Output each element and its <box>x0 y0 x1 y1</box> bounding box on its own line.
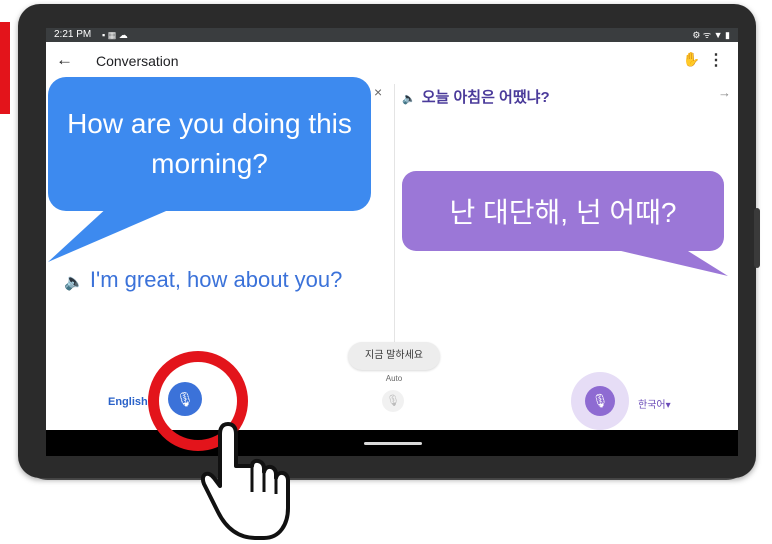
auto-label: Auto <box>385 374 403 383</box>
english-speech-bubble: How are you doing this morning? <box>48 77 371 211</box>
app-bar: ← Conversation ✋ ⋮ <box>46 42 738 82</box>
page-title: Conversation <box>96 53 179 69</box>
notification-icons: ▪ ▦ ☁ <box>102 30 128 40</box>
tablet-side-button <box>754 208 760 268</box>
system-status-icons: ⚙ ᯤ ▼ ▮ <box>692 30 730 40</box>
speaker-icon[interactable]: 🔈 <box>402 93 416 105</box>
hand-icon[interactable]: ✋ <box>683 51 700 68</box>
arrow-right-icon[interactable]: → <box>718 85 731 100</box>
home-indicator[interactable] <box>364 442 422 445</box>
auto-mic-icon[interactable]: 🎙 <box>382 390 404 412</box>
korean-language-dropdown[interactable]: 한국어▾ <box>638 396 671 411</box>
english-bubble-text: How are you doing this morning? <box>67 108 352 179</box>
close-icon[interactable]: × <box>374 84 382 100</box>
more-menu-icon[interactable]: ⋮ <box>708 50 724 70</box>
speaker-icon[interactable]: 🔈 <box>64 274 84 291</box>
panel-divider <box>394 84 395 352</box>
red-side-tab <box>0 22 10 114</box>
back-arrow-icon[interactable]: ← <box>56 50 73 70</box>
english-language-label[interactable]: English <box>108 396 148 408</box>
navigation-bar <box>46 430 738 456</box>
korean-source-text: 🔈 오늘 아침은 어땠냐? <box>402 86 550 107</box>
speak-now-prompt: 지금 말하세요 <box>348 342 440 370</box>
english-translation-label: I'm great, how about you? <box>89 267 343 292</box>
korean-bubble-text: 난 대단해, 넌 어때? <box>449 197 677 228</box>
status-time: 2:21 PM <box>54 29 92 40</box>
status-bar: 2:21 PM ▪ ▦ ☁ ⚙ ᯤ ▼ ▮ <box>46 28 738 42</box>
korean-source-label: 오늘 아침은 어땠냐? <box>421 89 550 106</box>
korean-speech-bubble: 난 대단해, 넌 어때? <box>402 171 724 251</box>
english-translation: 🔈 I'm great, how about you? <box>64 264 364 299</box>
korean-mic-button[interactable]: 🎙 <box>585 386 615 416</box>
pointing-hand-icon <box>201 422 290 540</box>
